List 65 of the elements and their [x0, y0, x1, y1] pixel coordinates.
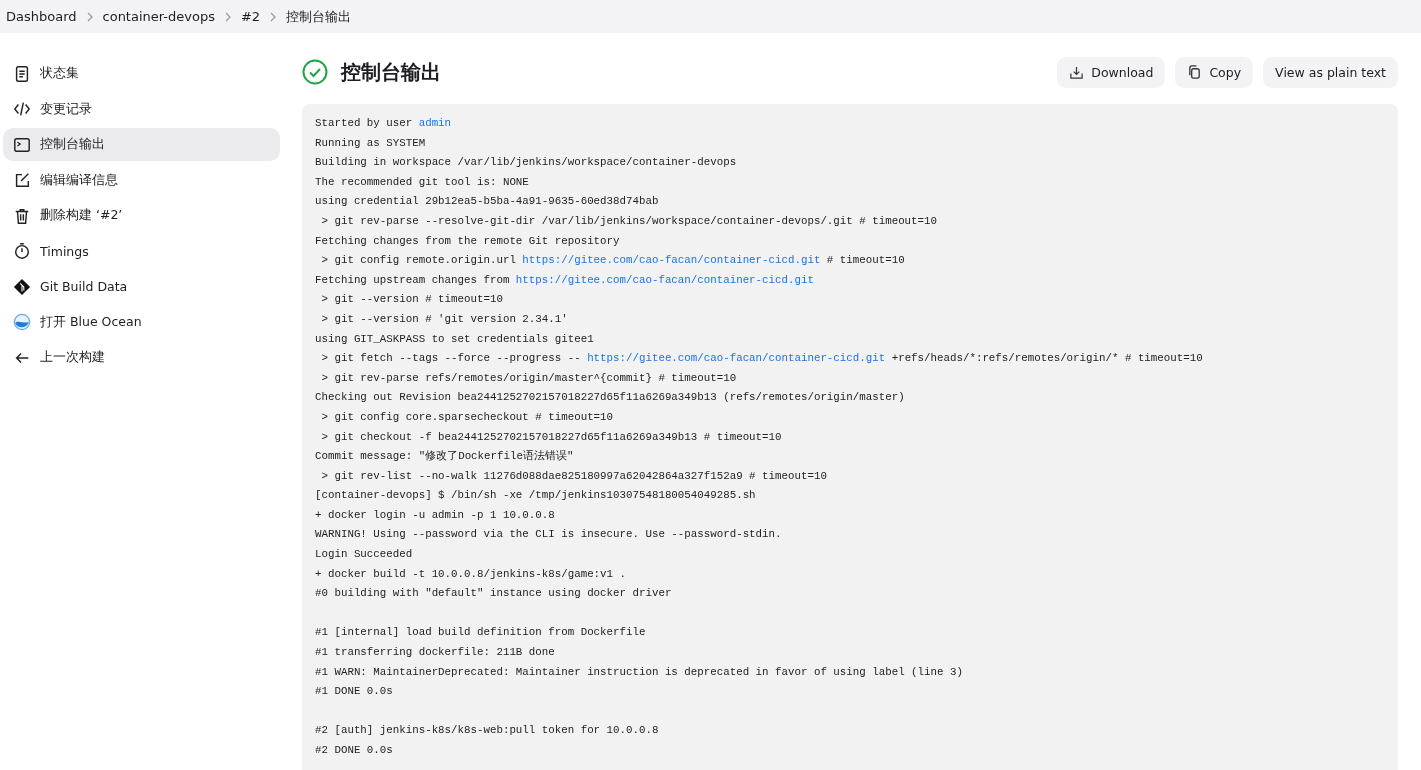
- console-line: using GIT_ASKPASS to set credentials gitee1: [315, 331, 595, 347]
- sidebar-item[interactable]: 变更记录: [3, 92, 280, 126]
- console-link[interactable]: https://gitee.com/cao-facan/container-cicd.git: [515, 273, 814, 286]
- console-link[interactable]: admin: [418, 117, 452, 129]
- sidebar-item[interactable]: 上一次构建: [3, 341, 280, 374]
- check-circle-icon: [302, 59, 328, 85]
- console-line: Checking out Revision bea2441252702157018227d65f11a6269a349b13 (refs/remotes/origin/master): [315, 390, 906, 406]
- document-icon: [13, 64, 31, 83]
- timer-icon: [13, 242, 31, 260]
- console-line: [container-devops] $ /bin/sh -xe /tmp/jenkins10307548180054049285.sh: [315, 488, 757, 504]
- sidebar-item[interactable]: Timings: [3, 234, 280, 268]
- console-line: > git --version # 'git version 2.34.1': [320, 311, 569, 327]
- trash-icon: [13, 206, 31, 225]
- console-line: WARNING! Using --password via the CLI is insecure. Use --password-stdin.: [315, 527, 783, 543]
- sidebar-item[interactable]: 控制台输出: [3, 128, 280, 161]
- ocean-icon: [13, 313, 31, 331]
- console-line: Fetching changes from the remote Git repository: [315, 233, 621, 249]
- breadcrumb-link[interactable]: container-devops: [102, 9, 215, 24]
- copy-button[interactable]: Copy: [1175, 56, 1254, 88]
- console-line: #2 [auth] jenkins-k8s/k8s-web:pull token for 10.0.0.8: [315, 723, 660, 739]
- breadcrumb-link[interactable]: 控制台输出: [286, 7, 352, 26]
- breadcrumb-link[interactable]: Dashboard: [6, 9, 77, 24]
- chevron-right-icon: [269, 11, 278, 22]
- console-line: #1 transferring dockerfile: 211B done: [315, 645, 556, 661]
- console-line: > git config core.sparsecheckout # timeout=10: [320, 409, 615, 425]
- console-line: + docker build -t 10.0.0.8/jenkins-k8s/game:v1 .: [315, 566, 627, 582]
- download-button[interactable]: Download: [1057, 56, 1166, 88]
- console-link[interactable]: https://gitee.com/cao-facan/container-cicd.git: [587, 352, 886, 365]
- view-plain-text-button[interactable]: View as plain text: [1263, 56, 1398, 88]
- sidebar-item[interactable]: 状态集: [3, 57, 280, 90]
- console-line: > git rev-list --no-walk 11276d088dae825180997a62042864a327f152a9 # timeout=10: [320, 468, 828, 484]
- console-line: Running as SYSTEM: [315, 135, 427, 151]
- edit-icon: [13, 171, 31, 189]
- console-line: > git checkout -f bea2441252702157018227d65f11a6269a349b13 # timeout=10: [320, 429, 783, 445]
- console-line: The recommended git tool is: NONE: [315, 174, 530, 190]
- page-title: 控制台输出: [341, 58, 442, 86]
- console-line: #1 DONE 0.0s: [315, 684, 394, 700]
- console-line: > git --version # timeout=10: [320, 292, 504, 308]
- console-line: > git rev-parse --resolve-git-dir /var/lib/jenkins/workspace/container-devops/.git # timeout=10: [320, 213, 938, 229]
- download-icon: [1069, 64, 1085, 80]
- console-line: > git fetch --tags --force --progress -- https://gitee.com/cao-facan/container-cicd.git +refs/heads/*:refs/remotes/origin/* # timeout=10: [320, 351, 1204, 367]
- console-line: #0 building with "default" instance using docker driver: [315, 586, 673, 602]
- sidebar-item[interactable]: Git Build Data: [3, 270, 280, 303]
- console-line: + docker login -u admin -p 1 10.0.0.8: [315, 507, 556, 523]
- code-icon: [13, 100, 31, 118]
- console-line: #1 WARN: MaintainerDeprecated: Maintainer instruction is deprecated in favor of using label (line 3): [315, 664, 964, 680]
- sidebar-item[interactable]: 删除构建 ‘#2’: [3, 199, 280, 232]
- sidebar-item[interactable]: 打开 Blue Ocean: [3, 305, 280, 339]
- console-line: Commit message: "修改了Dockerfile语法错误": [315, 449, 575, 465]
- copy-icon: [1187, 64, 1203, 80]
- chevron-right-icon: [85, 11, 94, 22]
- breadcrumb-link[interactable]: #2: [240, 9, 261, 24]
- console-line: #2 DONE 0.0s: [315, 743, 394, 758]
- console-line: Fetching upstream changes from https://gitee.com/cao-facan/container-cicd.git: [315, 272, 815, 288]
- terminal-icon: [13, 135, 31, 154]
- chevron-right-icon: [223, 11, 232, 22]
- console-line: Building in workspace /var/lib/jenkins/workspace/container-devops: [315, 155, 738, 171]
- console-line: using credential 29b12ea5-b5ba-4a91-9635-60ed38d74bab: [315, 194, 660, 210]
- console-link[interactable]: https://gitee.com/cao-facan/container-cicd.git: [522, 254, 821, 267]
- console-line: > git rev-parse refs/remotes/origin/master^{commit} # timeout=10: [320, 370, 738, 386]
- console-line: > git config remote.origin.url https://gitee.com/cao-facan/container-cicd.git # timeout=10: [320, 253, 906, 269]
- sidebar-item[interactable]: 编辑编译信息: [3, 163, 280, 197]
- console-line: Started by user admin: [315, 116, 453, 131]
- console-line: Login Succeeded: [315, 547, 414, 563]
- console-line: #1 [internal] load build definition from Dockerfile: [315, 625, 647, 641]
